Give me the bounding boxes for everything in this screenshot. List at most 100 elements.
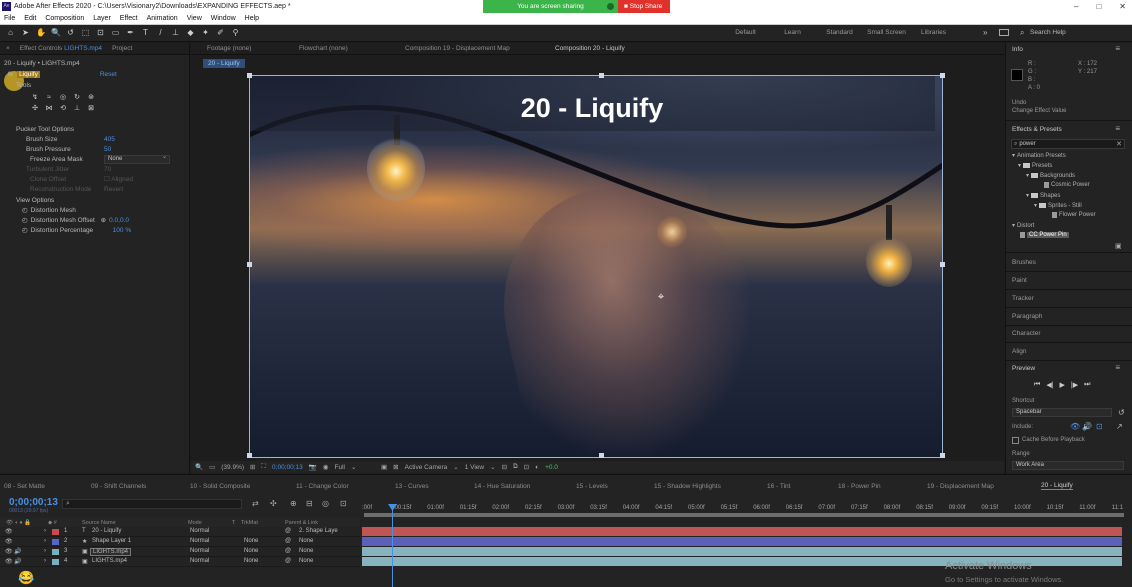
3d-view-icon[interactable]: ⧉ bbox=[513, 463, 518, 471]
color-icon[interactable]: ◉ bbox=[323, 463, 329, 471]
minimize-button[interactable]: – bbox=[1074, 0, 1078, 13]
tab-timeline-19[interactable]: 19 - Displacement Map bbox=[927, 483, 994, 490]
tree-animation-presets[interactable]: ▾ Animation Presets bbox=[1012, 152, 1066, 160]
eye-icon[interactable]: 👁 bbox=[5, 528, 13, 535]
tab-timeline-16[interactable]: 16 - Tint bbox=[767, 483, 790, 490]
region-icon[interactable]: ▣ bbox=[381, 463, 387, 471]
chevron-right-icon[interactable]: › bbox=[44, 538, 46, 544]
layer-duration-bar[interactable] bbox=[362, 537, 1122, 546]
effects-search-input[interactable]: ⌕ power ✕ bbox=[1011, 139, 1125, 149]
crosshair-icon[interactable]: ⊕ bbox=[101, 216, 106, 224]
camera-icon[interactable]: 📷 bbox=[309, 463, 317, 471]
playhead[interactable] bbox=[392, 507, 393, 587]
transform-handle[interactable] bbox=[247, 453, 252, 458]
brush-size-value[interactable]: 405 bbox=[104, 136, 115, 143]
transform-handle[interactable] bbox=[599, 453, 604, 458]
effect-name[interactable]: Liquify bbox=[17, 70, 40, 78]
stop-share-button[interactable]: ■ Stop Share bbox=[618, 0, 670, 13]
composition-viewer[interactable]: 20 - Liquify ⌖ bbox=[249, 75, 943, 458]
previous-frame-icon[interactable]: ◀| bbox=[1046, 381, 1053, 389]
layer-row[interactable]: 👁 🔊 › 3 ▣ LIGHTS.mp4 Normal None @ None bbox=[0, 547, 360, 557]
menu-animation[interactable]: Animation bbox=[147, 15, 178, 22]
menu-window[interactable]: Window bbox=[211, 15, 236, 22]
stopwatch-icon[interactable]: ◴ bbox=[22, 216, 28, 224]
grid-icon[interactable]: ⊞ bbox=[250, 463, 255, 471]
zoom-value[interactable]: (39.9%) bbox=[221, 464, 244, 471]
pucker-options-group[interactable]: Pucker Tool Options bbox=[16, 124, 74, 134]
menu-help[interactable]: Help bbox=[245, 15, 259, 22]
clone-tool-icon[interactable]: ⊥ bbox=[72, 104, 82, 113]
eye-icon[interactable]: 👁 bbox=[5, 538, 13, 545]
preview-icon[interactable]: ▭ bbox=[209, 463, 215, 471]
tab-timeline-15-levels[interactable]: 15 - Levels bbox=[576, 483, 608, 490]
type-tool-icon[interactable]: T bbox=[141, 28, 150, 38]
shortcut-select[interactable]: Spacebar bbox=[1012, 408, 1112, 417]
transform-handle[interactable] bbox=[940, 262, 945, 267]
audio-icon[interactable]: 🔊 bbox=[14, 558, 21, 565]
panel-menu-icon[interactable]: ≡ bbox=[1115, 124, 1120, 133]
workspace-menu-icon[interactable] bbox=[999, 29, 1009, 36]
pin-icon[interactable] bbox=[607, 3, 614, 10]
column-parent[interactable]: Parent & Link bbox=[285, 520, 318, 526]
layer-row[interactable]: 👁 › 1 T 20 - Liquify Normal @ 2. Shape L… bbox=[0, 527, 360, 537]
tab-timeline-13[interactable]: 13 - Curves bbox=[395, 483, 429, 490]
snapshot-icon[interactable]: ⊡ bbox=[524, 463, 529, 471]
layer-row[interactable]: 👁 🔊 › 4 ▣ LIGHTS.mp4 Normal None @ None bbox=[0, 557, 360, 567]
layer-trkmat[interactable]: None bbox=[244, 558, 258, 564]
chevron-down-icon[interactable]: ⌄ bbox=[490, 463, 495, 471]
panel-menu-icon[interactable]: ≡ bbox=[1115, 44, 1120, 53]
layer-mode[interactable]: Normal bbox=[190, 528, 209, 534]
panel-paint[interactable]: Paint bbox=[1012, 277, 1027, 284]
pickwhip-icon[interactable]: @ bbox=[285, 558, 291, 564]
transform-handle[interactable] bbox=[940, 73, 945, 78]
tab-timeline-20[interactable]: 20 - Liquify bbox=[1041, 482, 1073, 490]
tree-cc-power-pin[interactable]: CC Power Pin bbox=[1020, 232, 1069, 238]
tab-timeline-15-shadow[interactable]: 15 - Shadow Highlights bbox=[654, 483, 721, 490]
exposure-value[interactable]: +0.0 bbox=[545, 464, 558, 471]
layer-trkmat[interactable]: None bbox=[244, 538, 258, 544]
bloat-tool-icon[interactable]: ✣ bbox=[30, 104, 40, 113]
tree-sprites-still[interactable]: ▾ Sprites - Still bbox=[1034, 202, 1082, 210]
graph-editor-icon[interactable]: ⊡ bbox=[340, 499, 347, 508]
tab-timeline-10[interactable]: 10 - Solid Composite bbox=[190, 483, 250, 490]
clone-stamp-tool-icon[interactable]: ⊥ bbox=[171, 28, 180, 38]
tree-flower-power[interactable]: Flower Power bbox=[1052, 212, 1096, 218]
menu-effect[interactable]: Effect bbox=[120, 15, 138, 22]
reconstruction-tool-icon[interactable]: ⊠ bbox=[86, 104, 96, 113]
frame-blending-icon[interactable]: ⊟ bbox=[306, 499, 313, 508]
composition-breadcrumb[interactable]: 20 - Liquify bbox=[203, 59, 245, 68]
turbulence-tool-icon[interactable]: ≈ bbox=[44, 93, 54, 102]
hand-tool-icon[interactable]: ✋ bbox=[36, 28, 46, 38]
view-layout-select[interactable]: 1 View bbox=[465, 464, 484, 471]
fx-toggle-icon[interactable]: fx bbox=[8, 71, 13, 78]
work-area-bar[interactable] bbox=[364, 513, 1124, 517]
close-icon[interactable]: × bbox=[6, 45, 10, 52]
shift-pixels-tool-icon[interactable]: ⋈ bbox=[44, 104, 54, 113]
tree-shapes[interactable]: ▾ Shapes bbox=[1026, 192, 1060, 200]
pickwhip-icon[interactable]: @ bbox=[285, 538, 291, 544]
camera-tool-icon[interactable]: ⬚ bbox=[81, 28, 90, 38]
motion-blur-icon[interactable]: ◎ bbox=[322, 499, 329, 508]
export-icon[interactable]: ↗ bbox=[1116, 422, 1123, 431]
rotation-tool-icon[interactable]: ↺ bbox=[66, 28, 75, 38]
column-mode[interactable]: Mode bbox=[188, 520, 202, 526]
eye-icon[interactable]: 👁 bbox=[5, 548, 13, 555]
puppet-pin-tool-icon[interactable]: ✐ bbox=[216, 28, 225, 38]
column-trkmat[interactable]: TrkMat bbox=[241, 520, 258, 526]
draft-3d-icon[interactable]: ✣ bbox=[270, 499, 277, 508]
twirl-ccw-tool-icon[interactable]: ↻ bbox=[72, 93, 82, 102]
layer-parent[interactable]: 2. Shape Laye bbox=[299, 528, 338, 534]
panel-tracker[interactable]: Tracker bbox=[1012, 295, 1034, 302]
distortion-percentage-value[interactable]: 100 % bbox=[113, 227, 131, 234]
current-time[interactable]: 0;00;00;13 bbox=[272, 464, 303, 471]
panel-align[interactable]: Align bbox=[1012, 348, 1026, 355]
chevron-right-icon[interactable]: › bbox=[44, 528, 46, 534]
panel-paragraph[interactable]: Paragraph bbox=[1012, 313, 1042, 320]
chevron-down-icon[interactable]: ⌄ bbox=[351, 463, 375, 471]
search-icon[interactable]: ⌕ bbox=[1020, 28, 1024, 38]
layer-parent[interactable]: None bbox=[299, 538, 313, 544]
search-help-input[interactable]: Search Help bbox=[1030, 29, 1066, 36]
layer-mode[interactable]: Normal bbox=[190, 548, 209, 554]
reset-exposure-icon[interactable]: ◐ bbox=[535, 464, 539, 471]
layer-color-label[interactable] bbox=[52, 539, 59, 545]
